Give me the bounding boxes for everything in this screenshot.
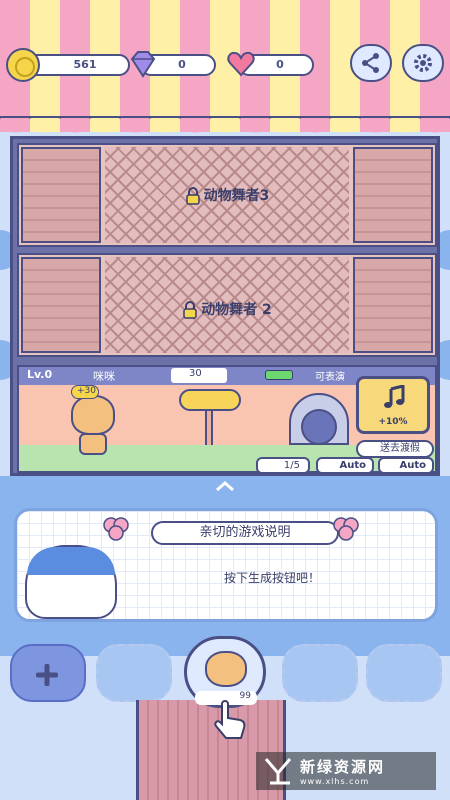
- floor-label: 动物舞者3: [105, 185, 349, 205]
- music-boost-button[interactable]: +10%: [356, 376, 430, 434]
- penguin-npc: [301, 409, 337, 445]
- watermark: 新绿资源网 www.xlhs.com: [256, 752, 436, 790]
- awning-edge: [0, 118, 450, 138]
- shutter-left: [21, 147, 101, 243]
- share-button[interactable]: [350, 44, 392, 82]
- coin-icon: [6, 48, 40, 82]
- shutter-right: [353, 147, 433, 243]
- empty-slot[interactable]: [282, 644, 358, 702]
- lock-icon: [185, 187, 200, 205]
- auto-toggle-2[interactable]: Auto: [378, 457, 434, 474]
- share-icon: [362, 53, 379, 73]
- heart-icon: [227, 51, 255, 77]
- music-count: 30: [171, 368, 227, 383]
- tree-trunk-small: [205, 409, 213, 449]
- bonus-badge: +30: [71, 385, 99, 399]
- penguin-cap: [27, 547, 115, 575]
- tutorial-text: 按下生成按钮吧！: [223, 571, 320, 585]
- dancer-name: 咪咪: [93, 370, 115, 383]
- level-label: Lv.0: [27, 368, 53, 381]
- tutorial-panel: 亲切的游戏说明 按下生成按钮吧！: [14, 508, 438, 622]
- flower-icon: [101, 515, 131, 541]
- shutter-right: [353, 257, 433, 353]
- locked-floor-2[interactable]: 动物舞者 2: [17, 253, 437, 357]
- music-note-icon: [384, 385, 405, 408]
- tutorial-title: 亲切的游戏说明: [151, 521, 339, 545]
- plus-icon: [35, 663, 59, 687]
- flower-icon: [331, 515, 361, 541]
- cat-dancer-body: [79, 433, 107, 455]
- auto-toggle-1[interactable]: Auto: [316, 457, 374, 474]
- chevron-up-icon[interactable]: [214, 480, 236, 492]
- perform-status: 可表演: [315, 372, 345, 383]
- logo-icon: [264, 758, 292, 785]
- cat-egg-icon: [205, 651, 247, 687]
- diamond-icon: [130, 51, 156, 78]
- watermark-title: 新绿资源网: [300, 758, 386, 776]
- shutter-left: [21, 257, 101, 353]
- empty-slot[interactable]: [96, 644, 172, 702]
- generate-button[interactable]: 99: [184, 636, 266, 708]
- gear-icon: [414, 54, 432, 72]
- yellow-tree: [179, 389, 241, 411]
- vacation-button[interactable]: 送去渡假: [356, 440, 434, 458]
- settings-button[interactable]: [402, 44, 444, 82]
- locked-floor-3[interactable]: 动物舞者3: [17, 143, 437, 247]
- lock-icon: [183, 301, 197, 319]
- watermark-url: www.xlhs.com: [300, 777, 370, 786]
- empty-slot[interactable]: [366, 644, 442, 702]
- dancer-capacity: 1/5: [256, 457, 310, 474]
- penguin-guide: [25, 545, 117, 619]
- boost-label: +10%: [378, 417, 408, 427]
- tap-hand-icon: [212, 700, 248, 742]
- cat-dancer[interactable]: [71, 395, 115, 435]
- floor-label: 动物舞者 2: [105, 299, 349, 319]
- energy-bar: [265, 370, 293, 380]
- add-slot-button[interactable]: [10, 644, 86, 702]
